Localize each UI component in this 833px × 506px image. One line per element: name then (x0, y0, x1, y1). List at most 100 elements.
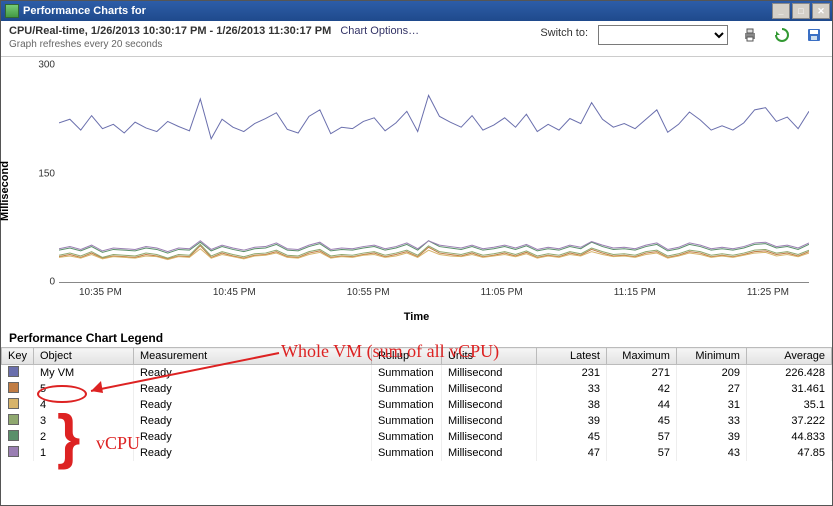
legend-key-icon (8, 398, 19, 409)
cell-average: 37.222 (746, 413, 831, 429)
maximize-button[interactable]: □ (792, 3, 810, 19)
cell-rollup: Summation (371, 445, 441, 461)
cell-rollup: Summation (371, 429, 441, 445)
refresh-icon[interactable] (772, 25, 792, 45)
legend-key-icon (8, 366, 19, 377)
legend-title: Performance Chart Legend (1, 325, 832, 347)
chart-options-link[interactable]: Chart Options… (340, 25, 419, 37)
col-latest[interactable]: Latest (536, 348, 606, 365)
switch-to-select[interactable] (598, 25, 728, 45)
cell-maximum: 42 (606, 381, 676, 397)
app-icon (5, 4, 19, 18)
col-minimum[interactable]: Minimum (676, 348, 746, 365)
cell-object: 4 (33, 397, 133, 413)
col-key[interactable]: Key (2, 348, 34, 365)
legend-key-icon (8, 430, 19, 441)
x-tick: 10:55 PM (347, 287, 390, 298)
legend-key-icon (8, 382, 19, 393)
legend-table: Key Object Measurement Rollup Units Late… (1, 347, 832, 461)
cell-measurement: Ready (133, 365, 371, 382)
window-title: Performance Charts for (23, 5, 772, 17)
switch-to-label: Switch to: (540, 27, 588, 39)
table-row[interactable]: 1ReadySummationMillisecond47574347.85 (2, 445, 832, 461)
x-tick: 11:25 PM (747, 287, 789, 298)
cell-measurement: Ready (133, 381, 371, 397)
cell-maximum: 57 (606, 445, 676, 461)
legend-body: My VMReadySummationMillisecond2312712092… (2, 365, 832, 462)
cell-latest: 47 (536, 445, 606, 461)
legend-key-icon (8, 446, 19, 457)
x-axis-label: Time (404, 311, 429, 323)
cell-average: 31.461 (746, 381, 831, 397)
x-tick: 10:35 PM (79, 287, 122, 298)
cell-latest: 45 (536, 429, 606, 445)
cell-average: 226.428 (746, 365, 831, 382)
cell-units: Millisecond (441, 397, 536, 413)
table-row[interactable]: 4ReadySummationMillisecond38443135.1 (2, 397, 832, 413)
cell-rollup: Summation (371, 397, 441, 413)
cell-maximum: 271 (606, 365, 676, 382)
cell-object: 1 (33, 445, 133, 461)
table-row[interactable]: 2ReadySummationMillisecond45573944.833 (2, 429, 832, 445)
cell-object: 3 (33, 413, 133, 429)
x-tick: 11:05 PM (481, 287, 523, 298)
cell-average: 47.85 (746, 445, 831, 461)
x-ticks: 10:35 PM 10:45 PM 10:55 PM 11:05 PM 11:1… (59, 287, 809, 298)
cell-latest: 39 (536, 413, 606, 429)
cell-units: Millisecond (441, 429, 536, 445)
y-axis-label: Millisecond (0, 161, 11, 221)
cell-units: Millisecond (441, 413, 536, 429)
col-rollup[interactable]: Rollup (371, 348, 441, 365)
col-average[interactable]: Average (746, 348, 831, 365)
col-object[interactable]: Object (33, 348, 133, 365)
legend-key-icon (8, 414, 19, 425)
table-row[interactable]: 3ReadySummationMillisecond39453337.222 (2, 413, 832, 429)
cell-average: 44.833 (746, 429, 831, 445)
cell-maximum: 44 (606, 397, 676, 413)
cell-units: Millisecond (441, 445, 536, 461)
table-row[interactable]: My VMReadySummationMillisecond2312712092… (2, 365, 832, 382)
cell-object: 2 (33, 429, 133, 445)
close-button[interactable]: ✕ (812, 3, 830, 19)
cell-measurement: Ready (133, 445, 371, 461)
x-tick: 10:45 PM (213, 287, 256, 298)
titlebar: Performance Charts for _ □ ✕ (1, 1, 832, 21)
cell-object: 5 (33, 381, 133, 397)
cell-object: My VM (33, 365, 133, 382)
cell-latest: 231 (536, 365, 606, 382)
cell-rollup: Summation (371, 413, 441, 429)
cell-units: Millisecond (441, 381, 536, 397)
cell-units: Millisecond (441, 365, 536, 382)
time-range-label: CPU/Real-time, 1/26/2013 10:30:17 PM - 1… (9, 25, 331, 37)
cell-rollup: Summation (371, 381, 441, 397)
cell-maximum: 45 (606, 413, 676, 429)
cell-average: 35.1 (746, 397, 831, 413)
window-buttons: _ □ ✕ (772, 3, 830, 19)
cell-minimum: 39 (676, 429, 746, 445)
minimize-button[interactable]: _ (772, 3, 790, 19)
cell-latest: 33 (536, 381, 606, 397)
cell-minimum: 43 (676, 445, 746, 461)
cell-rollup: Summation (371, 365, 441, 382)
legend-header-row: Key Object Measurement Rollup Units Late… (2, 348, 832, 365)
col-maximum[interactable]: Maximum (606, 348, 676, 365)
y-tick: 150 (29, 168, 55, 179)
cell-measurement: Ready (133, 429, 371, 445)
x-tick: 11:15 PM (614, 287, 656, 298)
toolbar: CPU/Real-time, 1/26/2013 10:30:17 PM - 1… (1, 21, 832, 57)
cell-minimum: 33 (676, 413, 746, 429)
chart-plot: 300 150 0 (59, 65, 809, 283)
cell-minimum: 27 (676, 381, 746, 397)
col-measurement[interactable]: Measurement (133, 348, 371, 365)
cell-measurement: Ready (133, 397, 371, 413)
refresh-note: Graph refreshes every 20 seconds (9, 39, 534, 50)
cell-minimum: 209 (676, 365, 746, 382)
save-icon[interactable] (804, 25, 824, 45)
y-tick: 300 (29, 60, 55, 71)
cell-maximum: 57 (606, 429, 676, 445)
col-units[interactable]: Units (441, 348, 536, 365)
table-row[interactable]: 5ReadySummationMillisecond33422731.461 (2, 381, 832, 397)
print-icon[interactable] (740, 25, 760, 45)
cell-measurement: Ready (133, 413, 371, 429)
chart-area: Millisecond 300 150 0 10:35 PM 10:45 PM … (1, 57, 832, 325)
